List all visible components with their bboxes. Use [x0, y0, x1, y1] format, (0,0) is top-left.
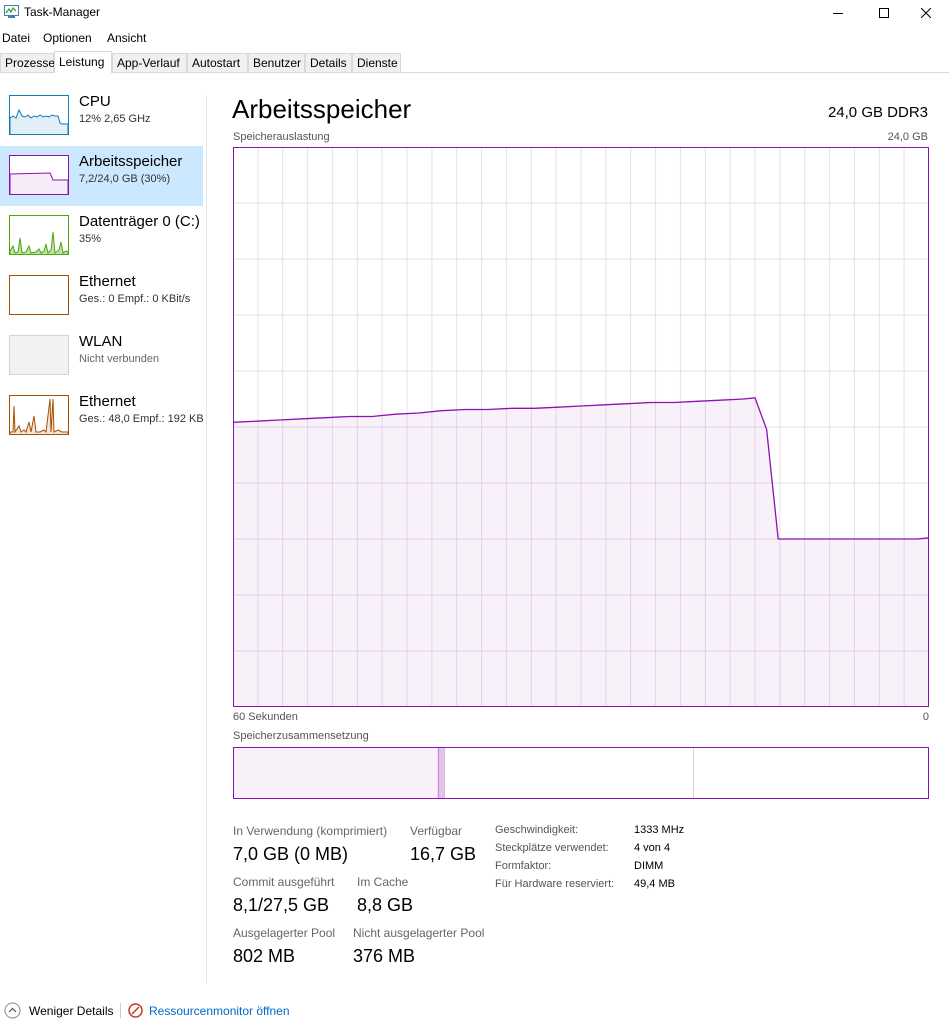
composition-segment [444, 747, 694, 799]
commit-value: 8,1/27,5 GB [233, 895, 330, 915]
tab-leistung[interactable]: Leistung [54, 51, 112, 73]
memory-usage-area [233, 397, 929, 707]
in-use-value: 7,0 GB (0 MB) [233, 844, 349, 864]
close-button[interactable] [903, 0, 949, 26]
speed-label: Geschwindigkeit: [495, 824, 579, 836]
ethernet-thumbnail [9, 275, 69, 315]
tab-prozesse[interactable]: Prozesse [0, 53, 55, 72]
sidebar-subtitle: Ges.: 48,0 Empf.: 192 KB [79, 413, 204, 425]
composition-label: Speicherzusammensetzung [233, 730, 369, 742]
wlan-thumbnail [9, 335, 69, 375]
sidebar-item-ethernet-1[interactable]: Ethernet Ges.: 0 Empf.: 0 KBit/s [0, 266, 203, 326]
sidebar-title: Ethernet [79, 393, 136, 410]
less-details-link[interactable]: Weniger Details [29, 1004, 113, 1018]
sidebar-item-wlan[interactable]: WLAN Nicht verbunden [0, 326, 203, 386]
sidebar-subtitle: Nicht verbunden [79, 353, 160, 365]
menu-bar: Datei Optionen Ansicht [0, 28, 949, 46]
minimize-icon [833, 13, 843, 14]
window-title: Task-Manager [24, 5, 101, 19]
menu-datei[interactable]: Datei [2, 31, 30, 45]
composition-segment [438, 747, 445, 799]
composition-segment [233, 747, 439, 799]
task-manager-icon [4, 5, 19, 18]
sidebar-title: CPU [79, 93, 111, 110]
sidebar-title: Datenträger 0 (C:) [79, 213, 200, 230]
hw-reserved-label: Für Hardware reserviert: [495, 878, 615, 890]
maximize-button[interactable] [861, 0, 907, 26]
memory-thumbnail [9, 155, 69, 195]
page-title: Arbeitsspeicher [232, 94, 412, 124]
sidebar-subtitle: 7,2/24,0 GB (30%) [79, 173, 171, 185]
sidebar-title: Arbeitsspeicher [79, 153, 183, 170]
in-use-label: In Verwendung (komprimiert) [233, 824, 388, 838]
sidebar-title: WLAN [79, 333, 123, 350]
paged-pool-label: Ausgelagerter Pool [233, 926, 336, 940]
cache-label: Im Cache [357, 875, 409, 889]
sidebar-title: Ethernet [79, 273, 136, 290]
sidebar-item-ethernet-2[interactable]: Ethernet Ges.: 48,0 Empf.: 192 KB [0, 386, 204, 446]
usage-label: Speicherauslastung [233, 131, 330, 143]
sidebar-subtitle: 35% [79, 233, 102, 245]
form-factor-label: Formfaktor: [495, 860, 552, 872]
nonpaged-pool-label: Nicht ausgelagerter Pool [353, 926, 485, 940]
slots-value: 4 von 4 [634, 842, 671, 854]
minimize-button[interactable] [815, 0, 861, 26]
tab-bar: Prozesse Leistung App-Verlauf Autostart … [0, 51, 949, 73]
ethernet-thumbnail [9, 395, 69, 435]
resource-monitor-icon [128, 1003, 143, 1021]
maximize-icon [879, 8, 889, 18]
hw-reserved-value: 49,4 MB [634, 878, 675, 890]
tab-benutzer[interactable]: Benutzer [248, 53, 305, 72]
footer: Weniger Details Ressourcenmonitor öffnen [0, 1000, 949, 1019]
form-factor-value: DIMM [634, 860, 664, 872]
resource-monitor-link[interactable]: Ressourcenmonitor öffnen [149, 1004, 290, 1018]
tab-dienste[interactable]: Dienste [352, 53, 401, 72]
title-bar[interactable]: Task-Manager [0, 0, 949, 26]
paged-pool-value: 802 MB [233, 946, 296, 966]
tab-details[interactable]: Details [305, 53, 352, 72]
available-value: 16,7 GB [410, 844, 477, 864]
memory-composition-bar [233, 747, 929, 799]
sidebar-item-cpu[interactable]: CPU 12% 2,65 GHz [0, 86, 203, 146]
slots-label: Steckplätze verwendet: [495, 842, 609, 854]
menu-ansicht[interactable]: Ansicht [107, 31, 146, 45]
memory-spec: 24,0 GB DDR3 [827, 104, 928, 121]
nonpaged-pool-value: 376 MB [353, 946, 416, 966]
usage-max-label: 24,0 GB [887, 131, 928, 143]
time-left-label: 60 Sekunden [233, 711, 298, 723]
disk-thumbnail [9, 215, 69, 255]
chevron-up-icon[interactable] [4, 1002, 21, 1022]
speed-value: 1333 MHz [634, 824, 685, 836]
sidebar-divider [206, 95, 207, 983]
commit-label: Commit ausgeführt [233, 875, 335, 889]
tab-autostart[interactable]: Autostart [187, 53, 248, 72]
memory-usage-chart [233, 147, 929, 707]
cpu-thumbnail [9, 95, 69, 135]
composition-segment [693, 747, 929, 799]
available-label: Verfügbar [410, 824, 463, 838]
footer-divider [120, 1003, 121, 1018]
cache-value: 8,8 GB [357, 895, 414, 915]
menu-optionen[interactable]: Optionen [43, 31, 92, 45]
sidebar-item-arbeitsspeicher[interactable]: Arbeitsspeicher 7,2/24,0 GB (30%) [0, 146, 203, 206]
close-icon [921, 8, 931, 18]
tab-app-verlauf[interactable]: App-Verlauf [112, 53, 187, 72]
sidebar-subtitle: Ges.: 0 Empf.: 0 KBit/s [79, 293, 191, 305]
time-right-label: 0 [922, 711, 929, 723]
sidebar-subtitle: 12% 2,65 GHz [79, 113, 151, 125]
sidebar-item-datentraeger[interactable]: Datenträger 0 (C:) 35% [0, 206, 203, 266]
